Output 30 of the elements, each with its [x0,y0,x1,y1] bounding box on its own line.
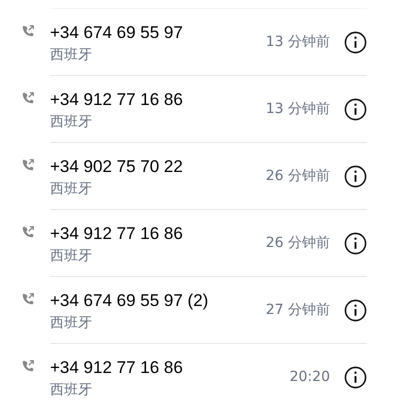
call-time: 27 分钟前 [266,300,330,320]
phone-number: +34 902 75 70 22 [50,156,183,178]
outgoing-call-icon [21,158,35,172]
phone-number: +34 674 69 55 97 [50,22,183,44]
outgoing-call-icon [21,91,35,105]
phone-number: +34 912 77 16 86 [50,88,183,110]
phone-number: +34 912 77 16 86 [50,222,183,244]
region-label: 西班牙 [50,381,92,400]
info-icon[interactable] [344,298,367,322]
info-icon[interactable] [344,30,367,54]
call-time: 26 分钟前 [266,234,330,252]
call-time: 13 分钟前 [266,100,330,118]
phone-number: +34 674 69 55 97 (2) [50,290,208,312]
phone-number: +34 912 77 16 86 [50,357,183,379]
region-label: 西班牙 [50,46,92,64]
info-icon[interactable] [344,232,367,254]
region-label: 西班牙 [50,112,92,132]
call-time: 13 分钟前 [266,32,330,52]
outgoing-call-icon [21,225,35,239]
region-label: 西班牙 [50,314,92,332]
outgoing-call-icon [21,359,35,373]
region-label: 西班牙 [50,180,92,198]
info-icon[interactable] [344,164,367,188]
info-icon[interactable] [344,98,367,120]
call-time: 26 分钟前 [266,166,330,186]
region-label: 西班牙 [50,246,92,266]
outgoing-call-icon [21,24,35,38]
call-time: 20:20 [290,368,330,387]
outgoing-call-icon [21,292,35,306]
info-icon[interactable] [344,366,367,389]
